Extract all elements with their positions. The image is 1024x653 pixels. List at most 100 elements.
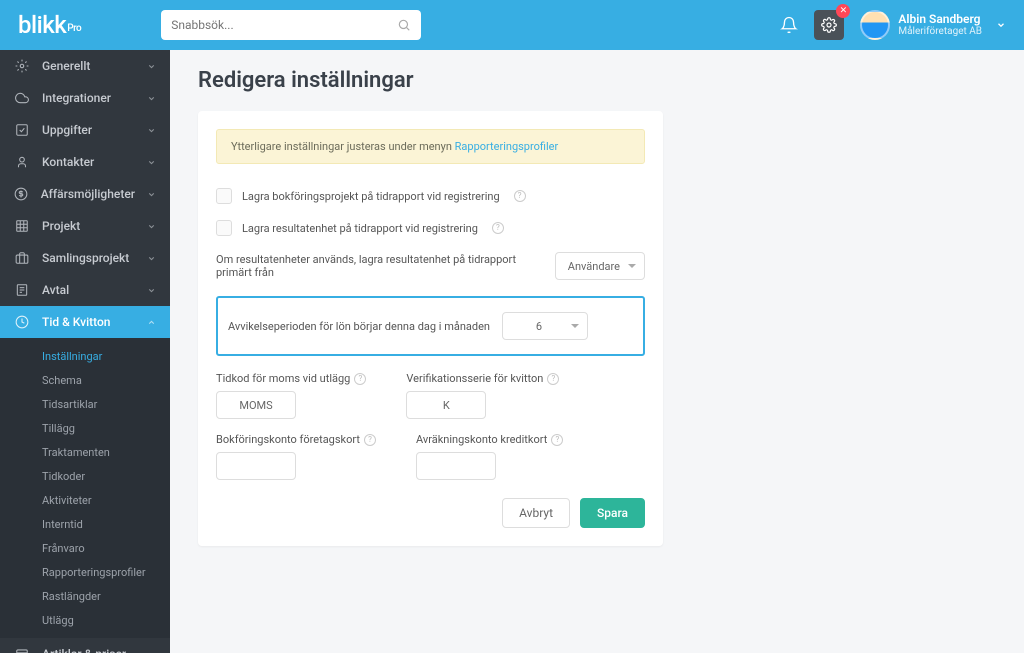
save-button[interactable]: Spara [580, 498, 645, 528]
search-wrap [161, 10, 421, 40]
cloud-icon [14, 91, 30, 105]
search-input[interactable] [171, 18, 397, 32]
subnav-item-utl-gg[interactable]: Utlägg [0, 608, 170, 632]
sidebar-item-avtal[interactable]: Avtal [0, 274, 170, 306]
avvikelse-select[interactable]: 6 [502, 312, 588, 340]
search-icon[interactable] [397, 18, 411, 32]
checkbox-row-bokforing: Lagra bokföringsprojekt på tidrapport vi… [216, 188, 645, 204]
avr-input[interactable] [416, 452, 496, 480]
sidebar-item-tid-kvitton[interactable]: Tid & Kvitton [0, 306, 170, 338]
verif-input[interactable] [406, 391, 486, 419]
main-content: Redigera inställningar Ytterligare instä… [170, 50, 1024, 653]
sidebar-item-label: Uppgifter [42, 123, 135, 137]
help-icon[interactable]: ? [354, 373, 366, 385]
field-label: Om resultatenheter används, lagra result… [216, 253, 545, 279]
sidebar-item-label: Samlingsprojekt [42, 251, 135, 265]
sidebar: Generellt Integrationer Uppgifter Kontakter… [0, 50, 170, 653]
subnav-item-traktamenten[interactable]: Traktamenten [0, 440, 170, 464]
settings-button[interactable]: ✕ [814, 10, 844, 40]
user-menu[interactable]: Albin Sandberg Måleriföretaget AB [860, 10, 1006, 40]
checkbox-label: Lagra resultatenhet på tidrapport vid re… [242, 222, 478, 235]
resultat-select[interactable]: Användare [555, 252, 645, 280]
help-icon[interactable]: ? [547, 373, 559, 385]
help-icon[interactable]: ? [514, 190, 526, 202]
page-title: Redigera inställningar [198, 68, 996, 93]
tidkod-input[interactable] [216, 391, 296, 419]
user-company: Måleriföretaget AB [898, 26, 982, 38]
tidkod-col: Tidkod för moms vid utlägg ? [216, 372, 366, 419]
subnav-item-interntid[interactable]: Interntid [0, 512, 170, 536]
check-icon [14, 123, 30, 137]
subnav-item-fr-nvaro[interactable]: Frånvaro [0, 536, 170, 560]
sidebar-item-label: Integrationer [42, 91, 135, 105]
checkbox-label: Lagra bokföringsprojekt på tidrapport vi… [242, 190, 500, 203]
clock-icon [14, 315, 30, 329]
chevron-up-icon [147, 318, 156, 327]
sidebar-item-integrationer[interactable]: Integrationer [0, 82, 170, 114]
field-label: Avvikelseperioden för lön börjar denna d… [228, 320, 490, 333]
chevron-down-icon [147, 650, 156, 653]
sidebar-item-aff-rsm-jligheter[interactable]: Affärsmöjligheter [0, 178, 170, 210]
form-actions: Avbryt Spara [216, 498, 645, 528]
subnav-item-rastl-ngder[interactable]: Rastlängder [0, 584, 170, 608]
sidebar-item-projekt[interactable]: Projekt [0, 210, 170, 242]
checkbox-resultat[interactable] [216, 220, 232, 236]
sidebar-item-label: Kontakter [42, 155, 135, 169]
chevron-down-icon [147, 126, 156, 135]
sidebar-item-kontakter[interactable]: Kontakter [0, 146, 170, 178]
sidebar-item-generellt[interactable]: Generellt [0, 50, 170, 82]
field-label: Bokföringskonto företagskort [216, 433, 360, 446]
bokf-input[interactable] [216, 452, 296, 480]
subnav-item-schema[interactable]: Schema [0, 368, 170, 392]
field-label: Verifikationsserie för kvitton [406, 372, 543, 385]
help-icon[interactable]: ? [492, 222, 504, 234]
app-header: blikkPro ✕ Albin Sandberg Måleriföretage… [0, 0, 1024, 50]
sidebar-item-label: Generellt [42, 59, 135, 73]
sidebar-item-uppgifter[interactable]: Uppgifter [0, 114, 170, 146]
grid-icon [14, 219, 30, 233]
sidebar-item-label: Artiklar & priser [42, 647, 135, 653]
logo: blikkPro [18, 11, 81, 39]
verif-col: Verifikationsserie för kvitton ? [406, 372, 559, 419]
chevron-down-icon [147, 94, 156, 103]
user-icon [14, 155, 30, 169]
subnav-item-inst-llningar[interactable]: Inställningar [0, 344, 170, 368]
subnav-item-aktiviteter[interactable]: Aktiviteter [0, 488, 170, 512]
cancel-button[interactable]: Avbryt [502, 498, 570, 528]
field-label: Avräkningskonto kreditkort [416, 433, 547, 446]
subnav-item-tidkoder[interactable]: Tidkoder [0, 464, 170, 488]
brief-icon [14, 251, 30, 265]
bell-icon[interactable] [780, 16, 798, 34]
file-icon [14, 283, 30, 297]
tag-icon [14, 647, 30, 653]
sidebar-item-artiklar-priser[interactable]: Artiklar & priser [0, 638, 170, 653]
sidebar-item-label: Projekt [42, 219, 135, 233]
chevron-down-icon [996, 20, 1006, 30]
chevron-down-icon [147, 190, 156, 199]
sidebar-item-label: Avtal [42, 283, 135, 297]
help-icon[interactable]: ? [364, 434, 376, 446]
chevron-down-icon [147, 254, 156, 263]
avatar [860, 10, 890, 40]
settings-card: Ytterligare inställningar justeras under… [198, 111, 663, 546]
bokf-col: Bokföringskonto företagskort ? [216, 433, 376, 480]
sidebar-item-samlingsprojekt[interactable]: Samlingsprojekt [0, 242, 170, 274]
info-banner: Ytterligare inställningar justeras under… [216, 129, 645, 164]
banner-link[interactable]: Rapporteringsprofiler [455, 140, 559, 153]
field-label: Tidkod för moms vid utlägg [216, 372, 350, 385]
subnav-item-tidsartiklar[interactable]: Tidsartiklar [0, 392, 170, 416]
sidebar-item-label: Affärsmöjligheter [41, 187, 135, 201]
resultat-source-row: Om resultatenheter används, lagra result… [216, 252, 645, 280]
subnav-item-till-gg[interactable]: Tillägg [0, 416, 170, 440]
close-badge-icon[interactable]: ✕ [836, 4, 850, 18]
checkbox-bokforing[interactable] [216, 188, 232, 204]
chevron-down-icon [147, 62, 156, 71]
sidebar-item-label: Tid & Kvitton [42, 315, 135, 329]
user-name: Albin Sandberg [898, 12, 982, 26]
checkbox-row-resultat: Lagra resultatenhet på tidrapport vid re… [216, 220, 645, 236]
gear-icon [14, 59, 30, 73]
subnav-item-rapporteringsprofiler[interactable]: Rapporteringsprofiler [0, 560, 170, 584]
avvikelse-row: Avvikelseperioden för lön börjar denna d… [216, 296, 645, 356]
help-icon[interactable]: ? [551, 434, 563, 446]
chevron-down-icon [147, 158, 156, 167]
